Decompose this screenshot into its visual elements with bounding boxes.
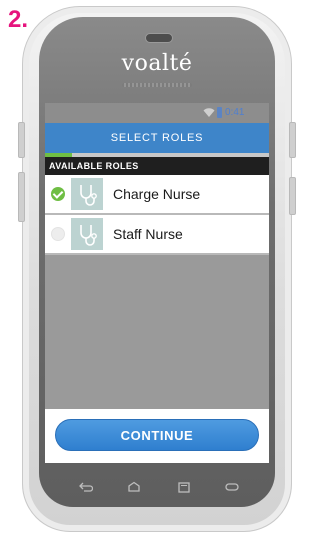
unchecked-circle-icon[interactable] xyxy=(51,227,65,241)
app-bar-title: SELECT ROLES xyxy=(45,123,269,153)
stethoscope-icon xyxy=(71,178,103,210)
status-time: 0:41 xyxy=(225,107,245,118)
device-bezel: voalté 0:41 SELECT ROLES AVAILABLE ROLES xyxy=(39,17,275,507)
role-list: Charge Nurse Staff Nurse xyxy=(45,175,269,255)
recent-apps-icon[interactable] xyxy=(177,481,191,493)
checkmark-icon[interactable] xyxy=(51,187,65,201)
side-button[interactable] xyxy=(289,177,296,215)
role-label: Charge Nurse xyxy=(113,186,201,202)
screen: 0:41 SELECT ROLES AVAILABLE ROLES Charge… xyxy=(45,103,269,463)
speaker xyxy=(145,33,173,43)
stethoscope-icon xyxy=(71,218,103,250)
role-item-staff-nurse[interactable]: Staff Nurse xyxy=(45,215,269,255)
wifi-icon xyxy=(203,108,215,117)
side-button[interactable] xyxy=(18,172,25,222)
battery-icon xyxy=(217,107,222,118)
side-button[interactable] xyxy=(289,122,296,158)
side-button[interactable] xyxy=(18,122,25,158)
step-number: 2. xyxy=(8,6,29,33)
home-icon[interactable] xyxy=(127,481,141,493)
role-label: Staff Nurse xyxy=(113,226,183,242)
footer: CONTINUE xyxy=(45,409,269,463)
role-item-charge-nurse[interactable]: Charge Nurse xyxy=(45,175,269,215)
android-nav-bar xyxy=(39,473,275,503)
speaker-grille xyxy=(122,83,192,87)
phone-device: voalté 0:41 SELECT ROLES AVAILABLE ROLES xyxy=(18,6,296,532)
back-icon[interactable] xyxy=(79,481,93,493)
section-header: AVAILABLE ROLES xyxy=(45,157,269,175)
brand-logo: voalté xyxy=(121,51,193,76)
status-bar: 0:41 xyxy=(45,103,269,123)
continue-button[interactable]: CONTINUE xyxy=(55,419,259,451)
menu-icon[interactable] xyxy=(225,481,239,493)
